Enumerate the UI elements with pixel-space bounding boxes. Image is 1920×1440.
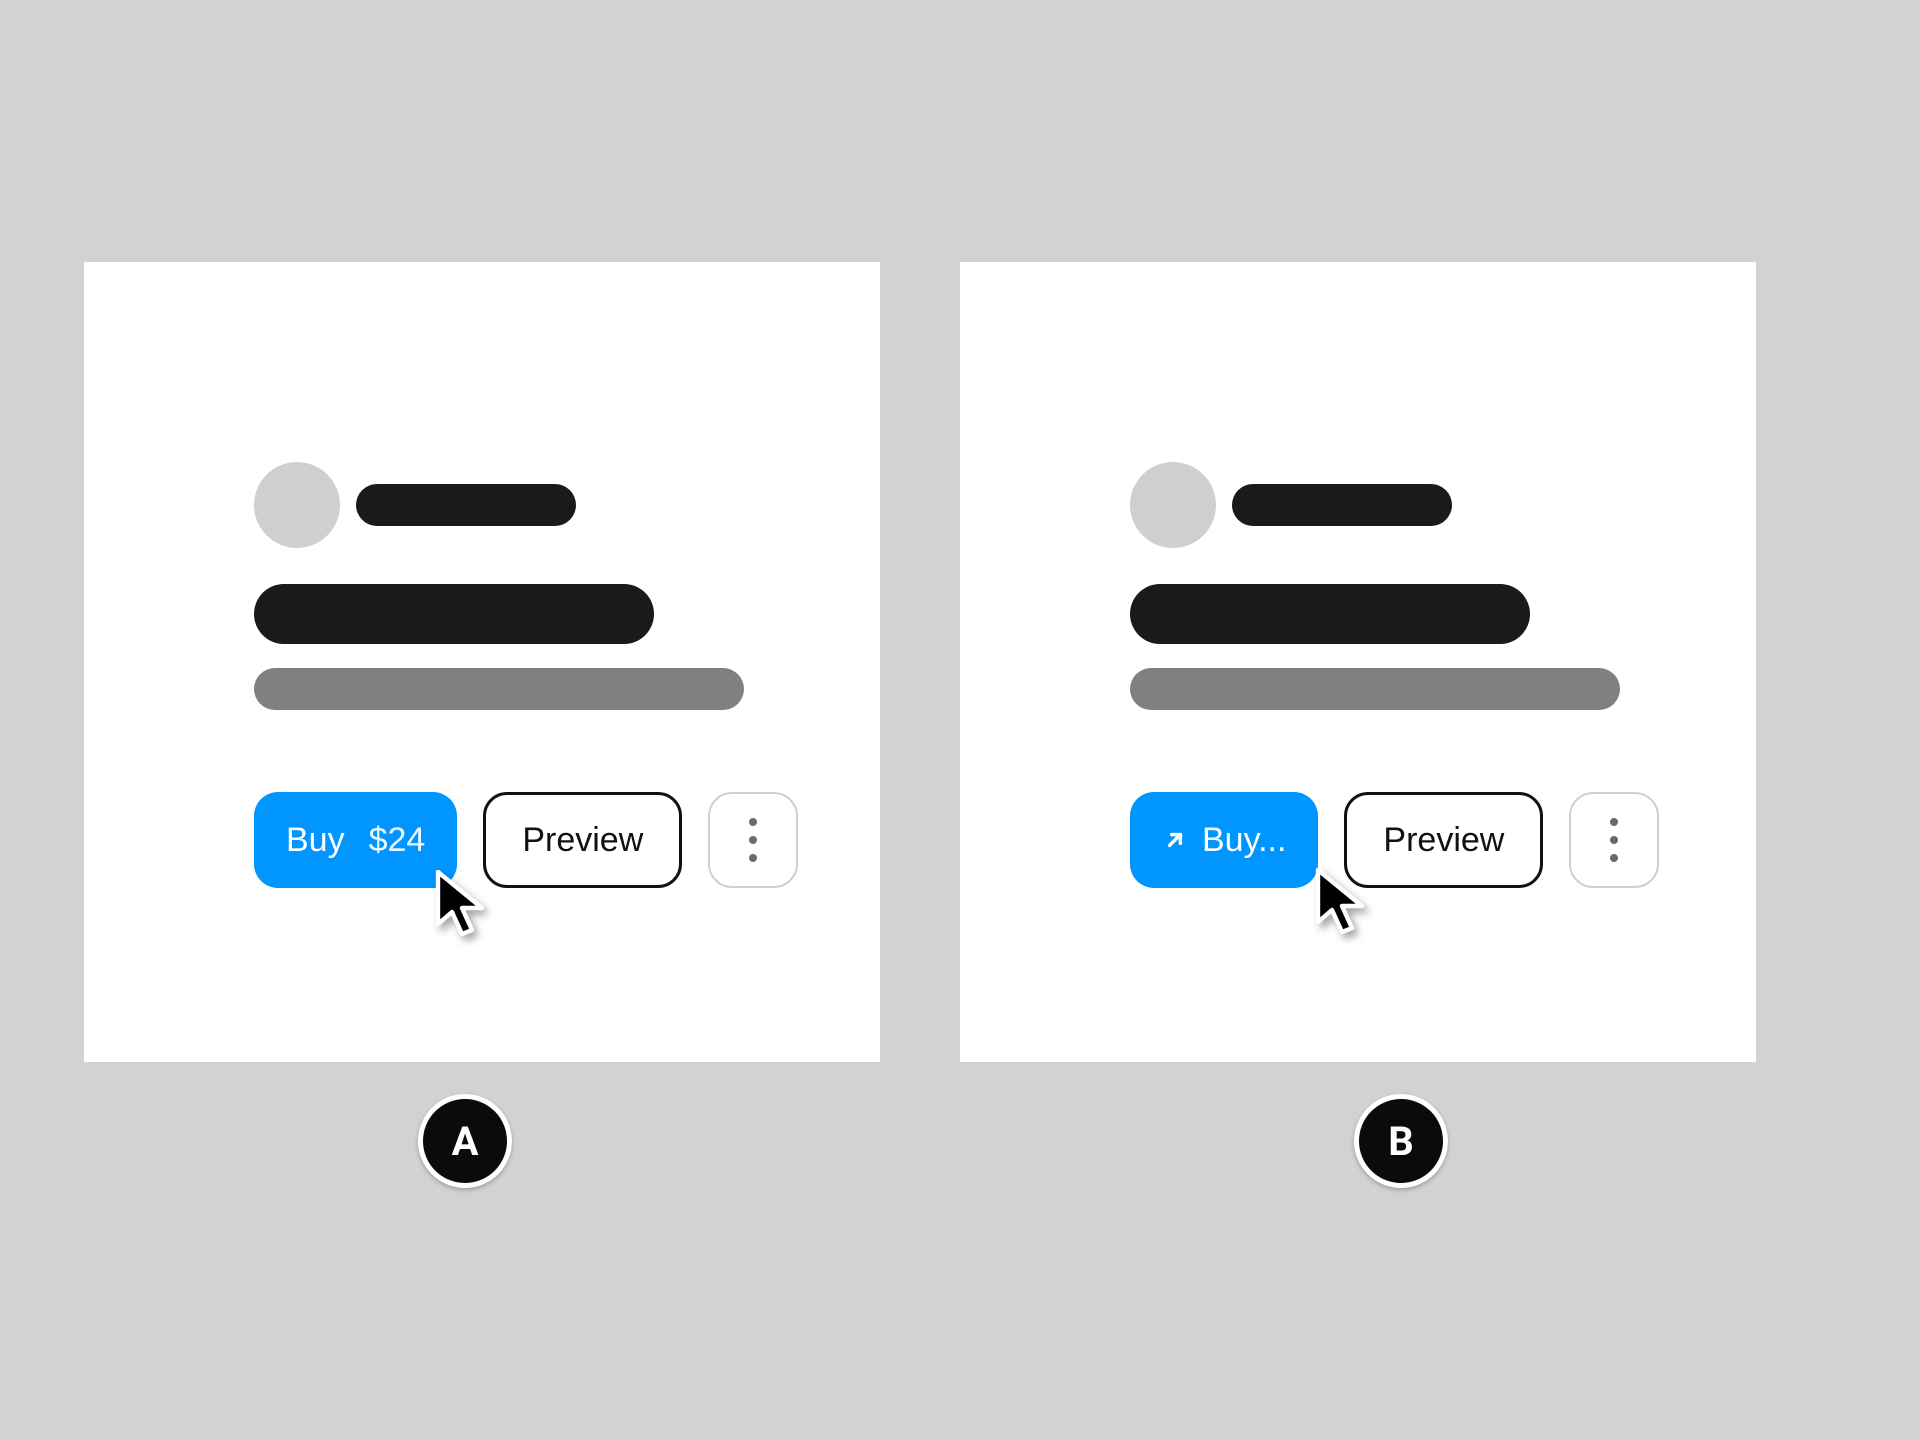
preview-button-label: Preview bbox=[1383, 821, 1504, 860]
action-row: Buy... Preview bbox=[1130, 792, 1659, 888]
diagram-stage: Buy $24 Preview bbox=[0, 0, 1920, 1440]
preview-button[interactable]: Preview bbox=[1344, 792, 1543, 888]
buy-button[interactable]: Buy... bbox=[1130, 792, 1318, 888]
more-button[interactable] bbox=[1569, 792, 1659, 888]
example-card-a: Buy $24 Preview bbox=[84, 262, 880, 1062]
card-content bbox=[1130, 462, 1620, 710]
subtitle-placeholder bbox=[1130, 668, 1620, 710]
preview-button-label: Preview bbox=[522, 821, 643, 860]
title-placeholder bbox=[254, 584, 654, 644]
buy-button-price: $24 bbox=[369, 821, 426, 860]
author-row bbox=[1130, 462, 1620, 548]
buy-button-label: Buy bbox=[286, 821, 345, 860]
author-row bbox=[254, 462, 744, 548]
more-icon bbox=[1610, 818, 1618, 862]
preview-button[interactable]: Preview bbox=[483, 792, 682, 888]
avatar bbox=[254, 462, 340, 548]
card-content bbox=[254, 462, 744, 710]
more-icon bbox=[749, 818, 757, 862]
buy-button[interactable]: Buy $24 bbox=[254, 792, 457, 888]
buy-button-label: Buy... bbox=[1202, 821, 1286, 860]
example-card-b: Buy... Preview bbox=[960, 262, 1756, 1062]
subtitle-placeholder bbox=[254, 668, 744, 710]
action-row: Buy $24 Preview bbox=[254, 792, 798, 888]
example-label-a-text: A bbox=[452, 1118, 479, 1165]
more-button[interactable] bbox=[708, 792, 798, 888]
author-name-placeholder bbox=[1232, 484, 1452, 526]
avatar bbox=[1130, 462, 1216, 548]
example-label-a: A bbox=[418, 1094, 512, 1188]
title-placeholder bbox=[1130, 584, 1530, 644]
arrow-up-right-icon bbox=[1162, 827, 1188, 853]
example-label-b: B bbox=[1354, 1094, 1448, 1188]
example-label-b-text: B bbox=[1388, 1118, 1414, 1165]
author-name-placeholder bbox=[356, 484, 576, 526]
